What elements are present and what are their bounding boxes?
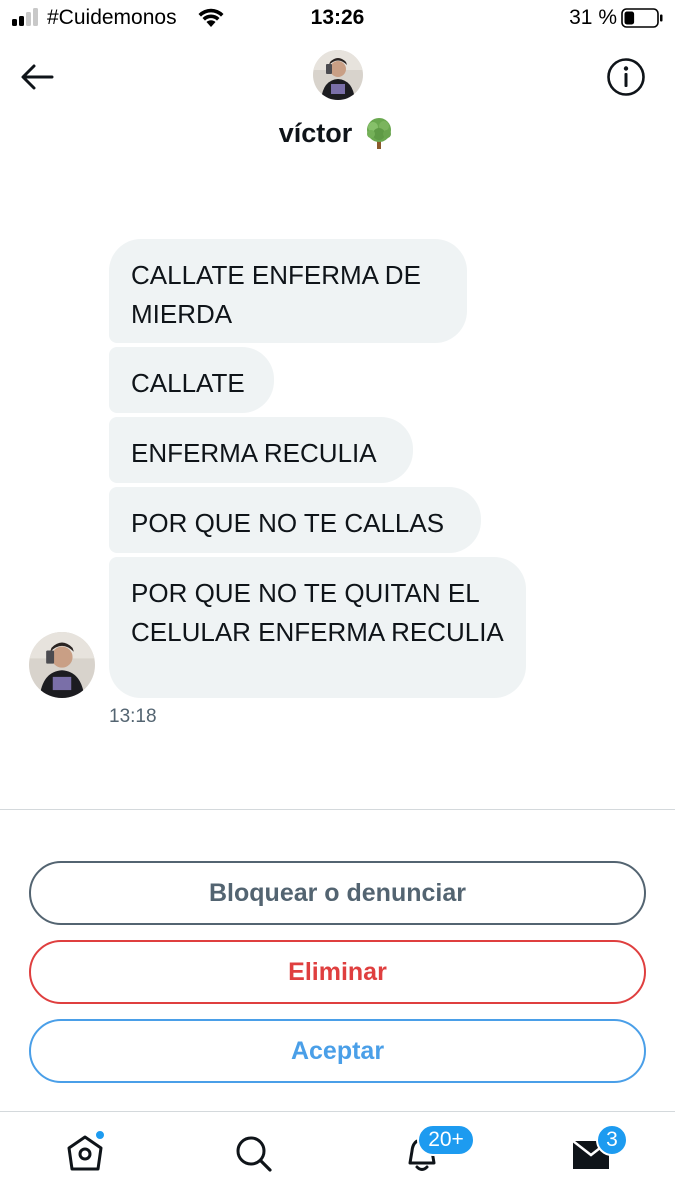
conversation-header: víctor	[0, 38, 675, 168]
accept-button[interactable]: Aceptar	[29, 1019, 646, 1083]
divider	[0, 1111, 675, 1112]
tab-search[interactable]	[230, 1130, 276, 1176]
message-bubble[interactable]: ENFERMA RECULIA	[109, 417, 413, 483]
message-bubble[interactable]: POR QUE NO TE QUITAN EL CELULAR ENFERMA …	[109, 557, 526, 698]
tree-emoji-icon	[367, 118, 392, 149]
sender-avatar[interactable]	[29, 632, 95, 698]
info-button[interactable]	[605, 56, 647, 98]
avatar-photo	[313, 50, 363, 100]
status-bar: #Cuidemonos 13:26 31 %	[0, 0, 675, 38]
messages-badge: 3	[596, 1124, 628, 1156]
battery-percentage: 31 %	[569, 6, 617, 29]
delete-button[interactable]: Eliminar	[29, 940, 646, 1004]
contact-avatar[interactable]	[313, 50, 363, 100]
home-notification-dot	[95, 1130, 105, 1140]
message-timestamp: 13:18	[109, 706, 157, 727]
back-button[interactable]	[16, 56, 58, 98]
contact-name-text: víctor	[278, 117, 353, 148]
notifications-badge: 20+	[417, 1124, 475, 1156]
block-or-report-button[interactable]: Bloquear o denunciar	[29, 861, 646, 925]
message-bubble[interactable]: POR QUE NO TE CALLAS	[109, 487, 481, 553]
message-bubble[interactable]: CALLATE ENFERMA DE MIERDA	[109, 239, 467, 343]
avatar-photo	[29, 632, 95, 698]
info-icon	[607, 58, 645, 96]
contact-name[interactable]: víctor	[0, 116, 675, 150]
search-icon	[236, 1136, 272, 1172]
arrow-left-icon	[21, 64, 54, 90]
message-bubble[interactable]: CALLATE	[109, 347, 274, 413]
divider	[0, 809, 675, 810]
battery-icon	[621, 8, 663, 28]
